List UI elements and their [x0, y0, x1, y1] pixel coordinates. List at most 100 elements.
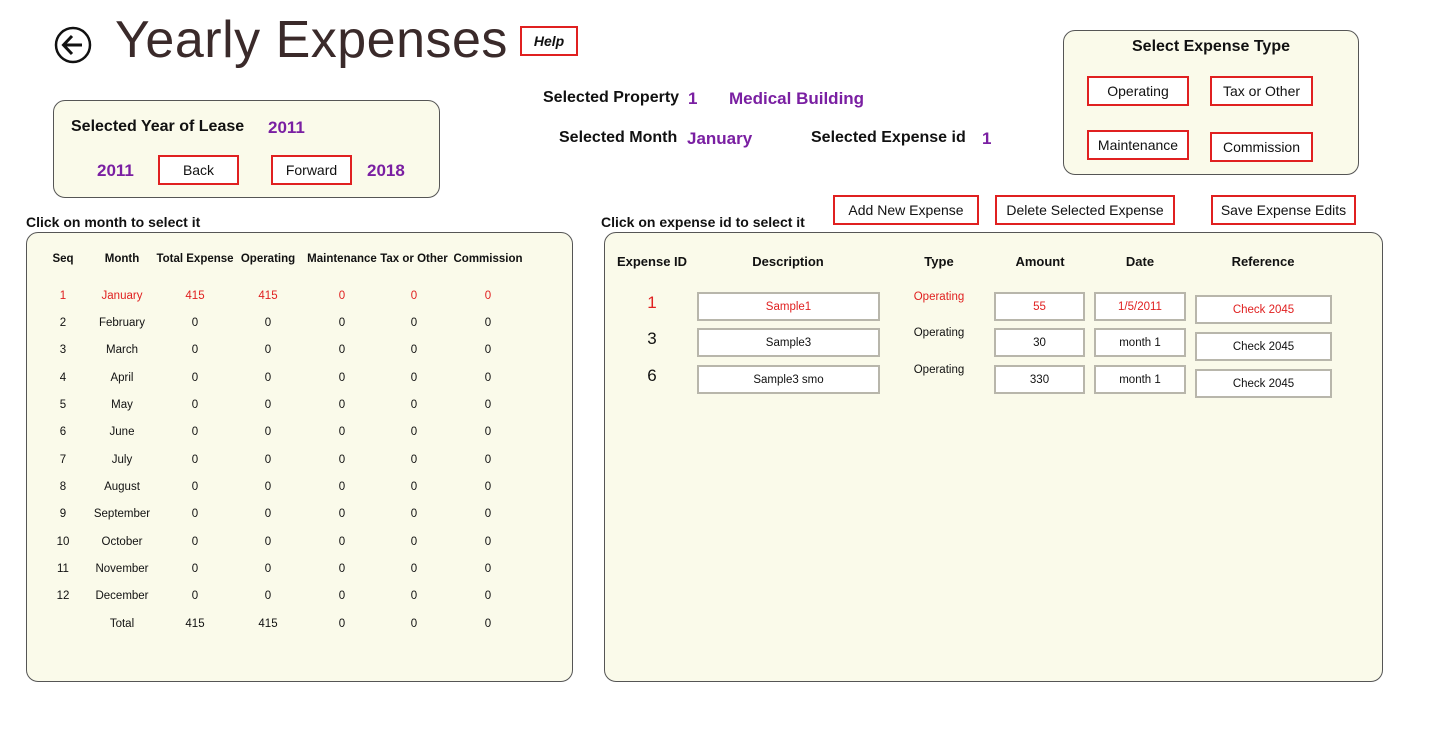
month-cell-seq: 9 [59, 508, 67, 520]
month-cell-tax-or-other: 0 [410, 508, 418, 520]
month-cell-total-expense: 0 [191, 454, 199, 466]
date-field[interactable]: month 1 [1094, 328, 1186, 357]
month-cell-month[interactable]: November [82, 563, 162, 575]
month-cell-tax-or-other: 0 [410, 372, 418, 384]
expense-table-header-expense-id: Expense ID [616, 254, 688, 269]
reference-field[interactable]: Check 2045 [1195, 295, 1332, 324]
expense-type-value: Operating [913, 364, 965, 376]
month-cell-operating: 415 [258, 290, 278, 302]
help-button[interactable]: Help [520, 26, 578, 56]
type-commission-button[interactable]: Commission [1210, 132, 1313, 162]
expense-id-link[interactable]: 3 [627, 329, 677, 349]
expense-table-header-amount: Amount [1015, 254, 1065, 269]
month-cell-seq: 1 [59, 290, 67, 302]
month-cell-maintenance: 0 [338, 290, 346, 302]
month-cell-commission: 0 [484, 590, 492, 602]
type-tax-button[interactable]: Tax or Other [1210, 76, 1313, 106]
month-cell-month[interactable]: February [82, 317, 162, 329]
description-field[interactable]: Sample3 smo [697, 365, 880, 394]
month-cell-operating: 0 [264, 317, 272, 329]
reference-field[interactable]: Check 2045 [1195, 332, 1332, 361]
month-cell-month[interactable]: July [82, 454, 162, 466]
month-cell-commission: 0 [484, 290, 492, 302]
description-field[interactable]: Sample3 [697, 328, 880, 357]
forward-button[interactable]: Forward [271, 155, 352, 185]
month-cell-month[interactable]: June [82, 426, 162, 438]
month-cell-maintenance: 0 [338, 590, 346, 602]
expense-instruction: Click on expense id to select it [601, 214, 805, 230]
month-cell-month[interactable]: January [82, 290, 162, 302]
month-cell-tax-or-other: 0 [410, 290, 418, 302]
month-cell-total-expense: 0 [191, 344, 199, 356]
month-cell-tax-or-other: 0 [410, 426, 418, 438]
month-cell-seq: 10 [56, 536, 70, 548]
month-cell-maintenance: 0 [338, 536, 346, 548]
month-cell-maintenance: 0 [338, 317, 346, 329]
month-cell-commission: 0 [484, 344, 492, 356]
month-cell-commission: 0 [484, 508, 492, 520]
month-cell-operating: 0 [264, 344, 272, 356]
save-expense-label: Save Expense Edits [1220, 202, 1347, 218]
month-cell-total-expense: 415 [185, 618, 205, 630]
month-cell-maintenance: 0 [338, 344, 346, 356]
month-cell-maintenance: 0 [338, 508, 346, 520]
delete-expense-button[interactable]: Delete Selected Expense [995, 195, 1175, 225]
month-cell-seq: 5 [59, 399, 67, 411]
year-panel [53, 100, 440, 198]
amount-field[interactable]: 330 [994, 365, 1085, 394]
month-cell-seq: 6 [59, 426, 67, 438]
type-operating-button[interactable]: Operating [1087, 76, 1189, 106]
expense-type-value: Operating [913, 291, 965, 303]
expense-table-header-type: Type [924, 254, 954, 269]
month-cell-tax-or-other: 0 [410, 536, 418, 548]
help-button-label: Help [533, 33, 565, 49]
month-table-header-month: Month [104, 253, 140, 265]
expense-id-link[interactable]: 6 [627, 366, 677, 386]
month-cell-operating: 0 [264, 536, 272, 548]
delete-expense-label: Delete Selected Expense [1006, 202, 1164, 218]
month-cell-total-expense: 0 [191, 372, 199, 384]
forward-button-label: Forward [285, 162, 338, 178]
month-cell-month[interactable]: April [82, 372, 162, 384]
type-maintenance-button[interactable]: Maintenance [1087, 130, 1189, 160]
expense-type-title: Select Expense Type [1132, 38, 1290, 55]
month-cell-seq: 3 [59, 344, 67, 356]
month-cell-commission: 0 [484, 426, 492, 438]
date-field[interactable]: 1/5/2011 [1094, 292, 1186, 321]
selected-month-label: Selected Month [559, 129, 678, 146]
page-title: Yearly Expenses [115, 11, 508, 69]
month-cell-month[interactable]: August [82, 481, 162, 493]
month-cell-operating: 0 [264, 399, 272, 411]
save-expense-button[interactable]: Save Expense Edits [1211, 195, 1356, 225]
description-field[interactable]: Sample1 [697, 292, 880, 321]
amount-field[interactable]: 55 [994, 292, 1085, 321]
amount-field[interactable]: 30 [994, 328, 1085, 357]
month-cell-seq: 11 [57, 563, 69, 575]
reference-field[interactable]: Check 2045 [1195, 369, 1332, 398]
date-field[interactable]: month 1 [1094, 365, 1186, 394]
month-cell-commission: 0 [484, 618, 492, 630]
back-button[interactable]: Back [158, 155, 239, 185]
selected-year-value: 2011 [268, 118, 305, 137]
month-cell-month[interactable]: September [82, 508, 162, 520]
month-cell-month[interactable]: March [82, 344, 162, 356]
month-cell-month[interactable]: December [82, 590, 162, 602]
min-year-value: 2011 [97, 161, 134, 180]
month-cell-month[interactable]: May [82, 399, 162, 411]
month-cell-seq: 2 [59, 317, 67, 329]
month-table-header-total-expense: Total Expense [156, 253, 234, 265]
month-cell-total-expense: 415 [185, 290, 205, 302]
month-cell-maintenance: 0 [338, 618, 346, 630]
expense-table-header-date: Date [1125, 254, 1155, 269]
month-cell-maintenance: 0 [338, 481, 346, 493]
expense-id-link[interactable]: 1 [627, 293, 677, 313]
month-cell-total-expense: 0 [191, 508, 199, 520]
back-arrow-button[interactable] [54, 26, 92, 64]
expense-table-header-reference: Reference [1231, 254, 1295, 269]
month-cell-month: Total [109, 618, 135, 630]
add-expense-button[interactable]: Add New Expense [833, 195, 979, 225]
month-instruction: Click on month to select it [26, 214, 201, 230]
month-cell-operating: 0 [264, 508, 272, 520]
month-cell-month[interactable]: October [82, 536, 162, 548]
expense-type-value: Operating [913, 327, 965, 339]
